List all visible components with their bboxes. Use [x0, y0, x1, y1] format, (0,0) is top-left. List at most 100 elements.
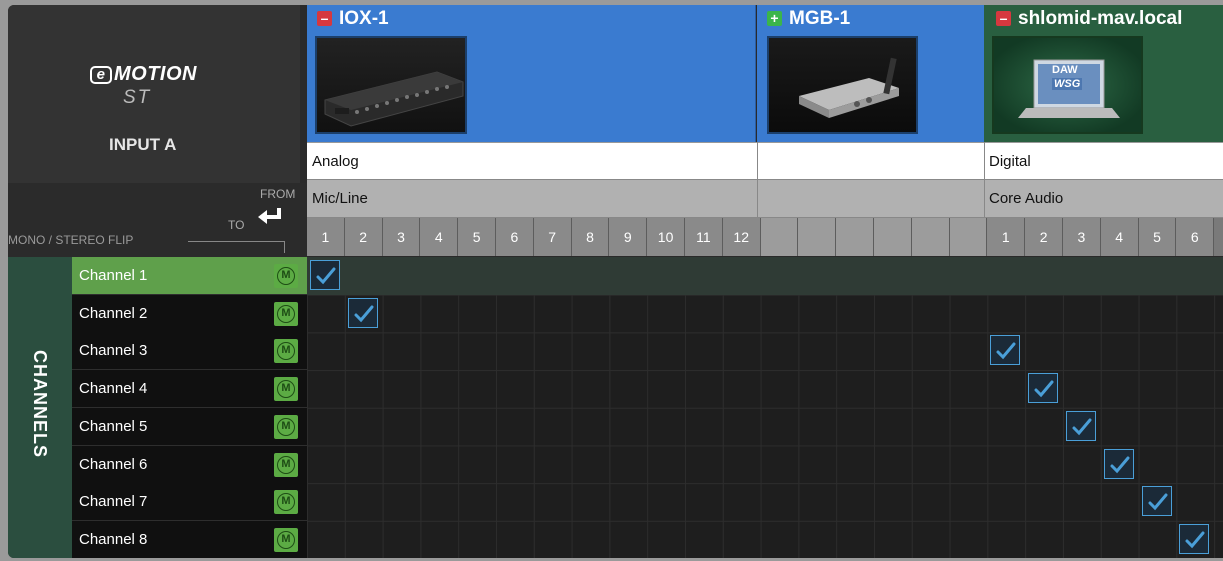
- subtype-row-iox-1: Mic/Line: [307, 180, 757, 218]
- mono-icon: M: [277, 267, 295, 285]
- mono-stereo-button[interactable]: M: [274, 490, 298, 515]
- mono-icon: M: [277, 493, 295, 512]
- column-header: 6: [1176, 218, 1215, 256]
- collapse-icon[interactable]: –: [996, 11, 1011, 26]
- flip-guide-tick: [284, 241, 285, 253]
- column-header: 11: [685, 218, 723, 256]
- device-name: shlomid-mav.local: [1018, 8, 1183, 29]
- column-header: 3: [1063, 218, 1101, 256]
- channel-row[interactable]: Channel 1 M: [72, 257, 307, 295]
- channel-label: Channel 3: [79, 342, 148, 360]
- column-header: 1: [987, 218, 1026, 256]
- column-header: 2: [1025, 218, 1063, 256]
- route-checkbox[interactable]: [1179, 523, 1210, 554]
- column-header: 3: [382, 218, 421, 256]
- mono-icon: M: [277, 530, 295, 549]
- column-header: [798, 218, 837, 256]
- channel-row[interactable]: Channel 6 M: [72, 445, 307, 484]
- channel-row[interactable]: Channel 5 M: [72, 407, 307, 446]
- to-label: TO: [228, 218, 245, 232]
- expand-icon[interactable]: +: [767, 11, 782, 26]
- subtype-row-mav: Core Audio: [984, 180, 1223, 218]
- column-header: 1: [307, 218, 345, 256]
- route-checkbox[interactable]: [347, 297, 378, 328]
- mono-icon: M: [277, 417, 295, 436]
- column-header: 2: [344, 218, 383, 256]
- channel-row[interactable]: Channel 8 M: [72, 520, 307, 558]
- emotion-logo: e MOTION: [90, 63, 197, 86]
- mono-stereo-button[interactable]: M: [274, 414, 298, 439]
- device-image: [767, 36, 918, 134]
- route-checkbox[interactable]: [310, 260, 340, 290]
- column-numbers: 1 2 3 4 5 6 7 8 9 10 11 12 1 2 3 4 5 6: [307, 218, 1223, 256]
- from-label: FROM: [260, 187, 296, 201]
- device-image: DAW WSG: [992, 36, 1143, 134]
- column-header: [911, 218, 950, 256]
- checkmark-icon: [1148, 493, 1168, 511]
- subtype-row-mgb-1: [757, 180, 984, 218]
- mono-stereo-flip-label: MONO / STEREO FLIP: [8, 233, 134, 247]
- checkmark-icon: [1185, 531, 1205, 549]
- device-name: IOX-1: [339, 8, 389, 29]
- device-divider: [757, 142, 758, 218]
- channel-label: Channel 5: [79, 417, 148, 435]
- mono-stereo-button[interactable]: M: [274, 527, 298, 552]
- checkmark-icon: [996, 342, 1016, 360]
- route-checkbox[interactable]: [1028, 373, 1059, 404]
- device-iox-1[interactable]: – IOX-1: [307, 5, 756, 142]
- channel-row[interactable]: Channel 3 M: [72, 332, 307, 371]
- route-checkbox[interactable]: [1066, 410, 1096, 441]
- channel-row[interactable]: Channel 7 M: [72, 483, 307, 522]
- logo-st: ST: [123, 87, 152, 108]
- column-header: 12: [722, 218, 761, 256]
- column-header: 8: [571, 218, 610, 256]
- device-mgb-1[interactable]: + MGB-1: [757, 5, 984, 142]
- device-shlomid-mav-local[interactable]: – shlomid-mav.local DAW WSG: [984, 5, 1223, 142]
- mono-stereo-button[interactable]: M: [274, 339, 298, 364]
- channel-label: Channel 7: [79, 493, 148, 511]
- route-checkbox[interactable]: [990, 335, 1021, 366]
- channel-label: Channel 2: [79, 304, 148, 322]
- mono-icon: M: [277, 304, 295, 323]
- route-checkbox[interactable]: [1141, 486, 1172, 517]
- channel-label: Channel 8: [79, 530, 148, 548]
- wsg-label: WSG: [1052, 78, 1083, 90]
- column-header: 7: [533, 218, 572, 256]
- return-arrow-icon: [258, 208, 281, 224]
- checkmark-icon: [354, 305, 374, 322]
- logo-panel: e MOTION ST INPUT A: [8, 5, 300, 183]
- column-header: [949, 218, 988, 256]
- channel-row[interactable]: Channel 4 M: [72, 370, 307, 409]
- collapse-icon[interactable]: –: [317, 11, 332, 26]
- channel-row[interactable]: Channel 2 M: [72, 294, 307, 333]
- checkmark-icon: [1072, 418, 1092, 436]
- column-header: [836, 218, 874, 256]
- routing-grid-window: e MOTION ST INPUT A FROM TO MONO / STEREO…: [8, 5, 1223, 558]
- channel-label: Channel 4: [79, 380, 148, 398]
- selected-row-highlight: [307, 257, 1223, 295]
- checkmark-icon: [1034, 380, 1054, 398]
- type-row-mav: Digital: [984, 142, 1223, 180]
- channel-label: Channel 6: [79, 455, 148, 473]
- column-header: 6: [496, 218, 534, 256]
- mono-stereo-button[interactable]: M: [274, 264, 298, 288]
- mono-stereo-button[interactable]: M: [274, 452, 298, 477]
- mono-icon: M: [277, 342, 295, 361]
- routing-grid: [307, 257, 1223, 558]
- device-name: MGB-1: [789, 8, 851, 29]
- route-checkbox[interactable]: [1103, 448, 1134, 479]
- column-header: 4: [420, 218, 459, 256]
- mono-icon: M: [277, 455, 295, 474]
- checkmark-icon: [316, 267, 336, 285]
- mono-stereo-button[interactable]: M: [274, 301, 298, 326]
- channel-label: Channel 1: [79, 267, 148, 284]
- device-image: [315, 36, 467, 134]
- flip-guide-line: [188, 241, 284, 242]
- column-header: 9: [609, 218, 648, 256]
- column-header: [874, 218, 912, 256]
- daw-label: DAW: [1052, 64, 1078, 76]
- mono-stereo-button[interactable]: M: [274, 377, 298, 402]
- column-header: 4: [1100, 218, 1139, 256]
- device-divider: [984, 142, 985, 218]
- checkmark-icon: [1110, 456, 1130, 473]
